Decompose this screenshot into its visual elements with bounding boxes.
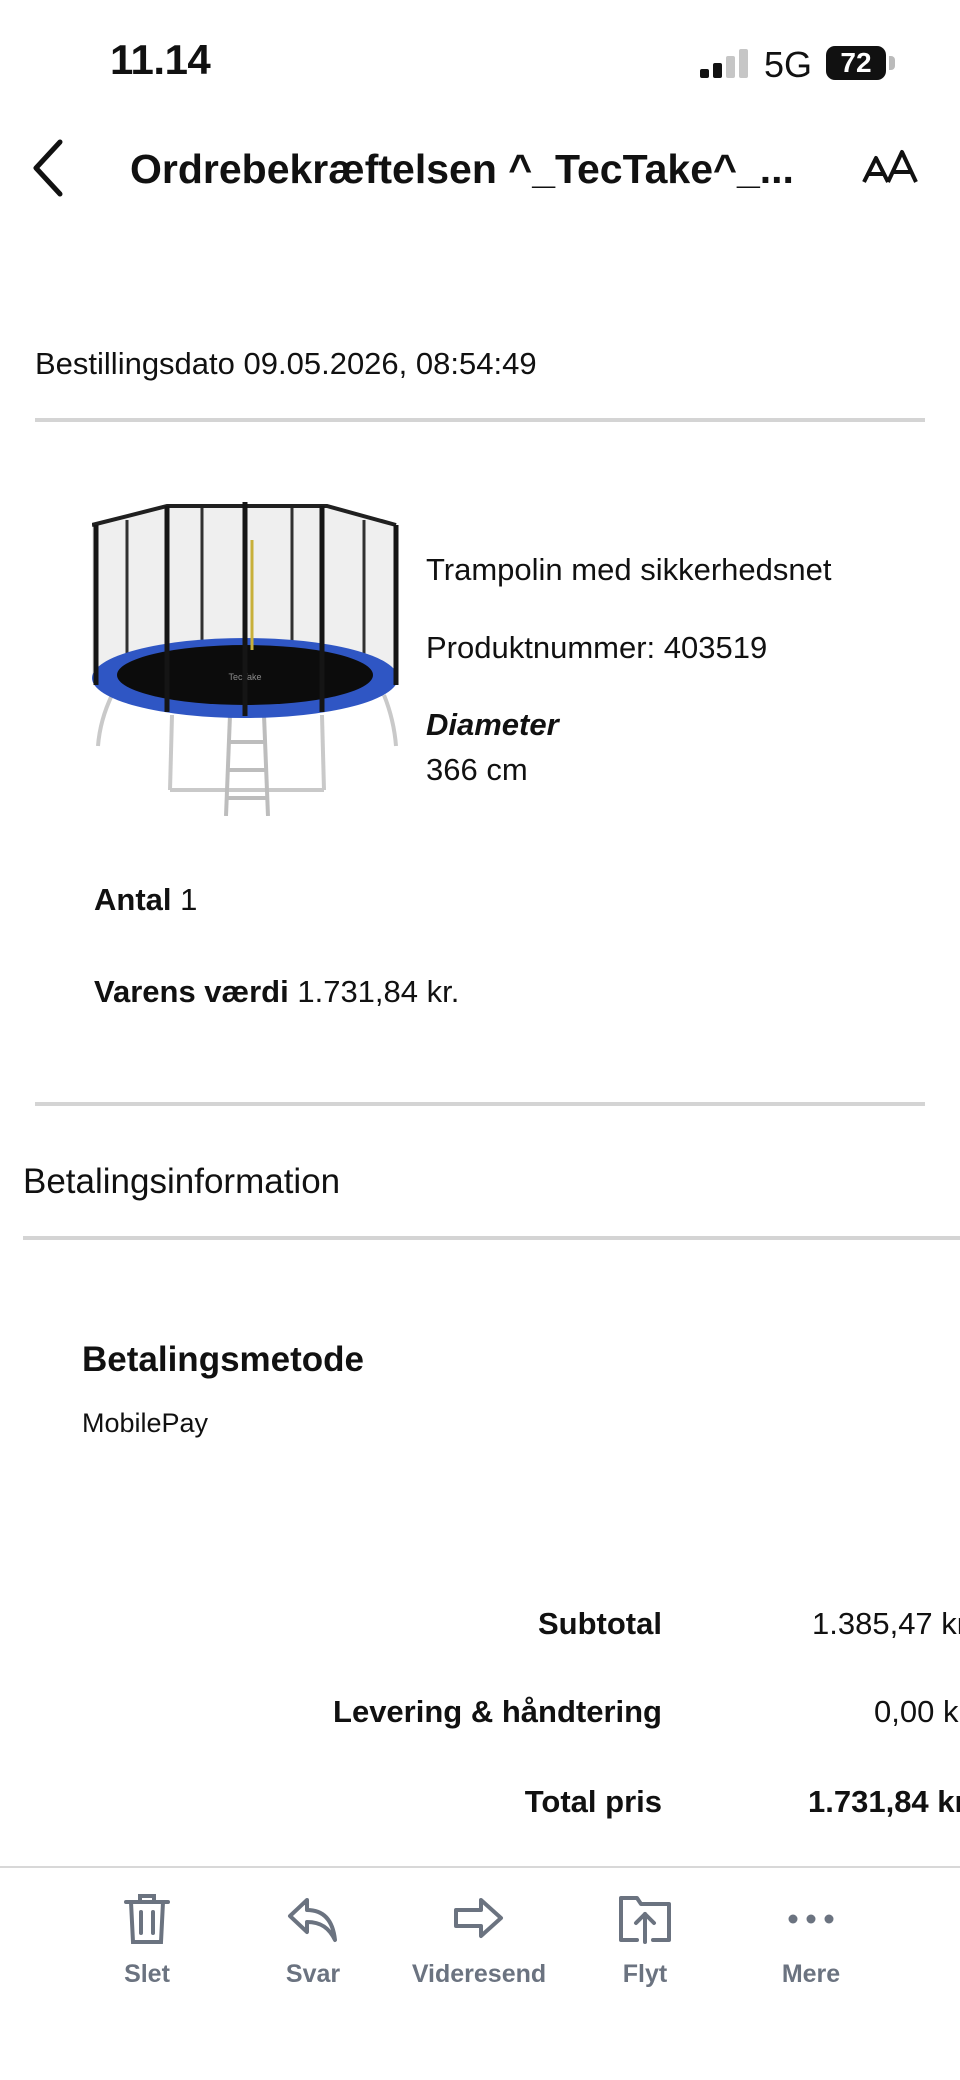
item-value-label: Varens værdi (94, 974, 289, 1009)
status-time: 11.14 (110, 36, 211, 83)
divider (35, 1102, 925, 1106)
quantity-row: Antal 1 (94, 882, 197, 918)
trampoline-image: TecTake (91, 502, 399, 817)
back-button[interactable] (30, 138, 70, 198)
move-folder-icon (619, 1896, 671, 1944)
shipping-value: 0,00 kr. (874, 1694, 960, 1729)
order-date: Bestillingsdato 09.05.2026, 08:54:49 (35, 346, 537, 381)
product-attribute-label: Diameter (426, 707, 559, 742)
battery-cap-icon (889, 56, 895, 70)
quantity-value: 1 (180, 882, 198, 917)
forward-button[interactable]: Videresend (404, 1892, 554, 1989)
payment-method-label: Betalingsmetode (82, 1340, 364, 1379)
product-attribute-value: 366 cm (426, 752, 528, 787)
network-type: 5G (764, 44, 813, 85)
quantity-label: Antal (94, 882, 172, 917)
total-label: Total pris (524, 1784, 662, 1819)
move-label: Flyt (622, 1960, 668, 1988)
chevron-left-icon (33, 139, 63, 197)
more-label: Mere (781, 1960, 841, 1988)
divider (23, 1236, 960, 1240)
battery-indicator: 72 (826, 46, 886, 80)
item-value: 1.731,84 kr. (297, 974, 460, 1009)
reply-button[interactable]: Svar (238, 1892, 388, 1989)
reply-label: Svar (285, 1960, 341, 1988)
total-value: 1.731,84 kr. (808, 1784, 960, 1819)
move-button[interactable]: Flyt (570, 1892, 720, 1989)
product-number: Produktnummer: 403519 (426, 630, 768, 665)
text-size-icon (862, 150, 918, 183)
forward-label: Videresend (411, 1960, 547, 1988)
subtotal-label: Subtotal (538, 1606, 662, 1641)
trash-icon (124, 1894, 170, 1944)
more-icon (788, 1914, 834, 1924)
shipping-label: Levering & håndtering (333, 1694, 662, 1729)
product-image[interactable]: TecTake (91, 500, 402, 817)
forward-icon (454, 1898, 503, 1938)
reply-icon (288, 1898, 337, 1942)
payment-section-title: Betalingsinformation (23, 1162, 341, 1201)
cellular-signal-icon (700, 48, 750, 78)
subtotal-value: 1.385,47 kr. (812, 1606, 960, 1641)
divider (35, 418, 925, 422)
delete-label: Slet (124, 1960, 170, 1988)
product-name[interactable]: Trampolin med sikkerhedsnet (426, 552, 831, 588)
payment-method-value: MobilePay (82, 1408, 209, 1438)
delete-button[interactable]: Slet (72, 1892, 222, 1989)
bottom-toolbar: Slet Svar Videresend Flyt Mere (0, 1866, 960, 2080)
more-button[interactable]: Mere (736, 1892, 886, 1989)
email-subject: Ordrebekræftelsen ^_TecTake^_... (130, 146, 794, 192)
item-value-row: Varens værdi 1.731,84 kr. (94, 974, 459, 1010)
text-size-button[interactable] (862, 148, 920, 188)
